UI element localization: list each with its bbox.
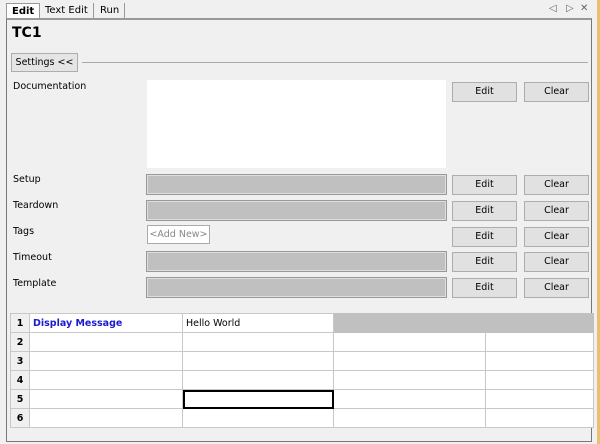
tags-edit-button[interactable]: Edit xyxy=(452,227,517,247)
table-row: 4 xyxy=(10,370,594,390)
row-header[interactable]: 1 xyxy=(10,313,30,333)
grid-cell[interactable] xyxy=(333,332,486,352)
teardown-edit-button[interactable]: Edit xyxy=(452,201,517,221)
grid-cell[interactable] xyxy=(333,389,486,409)
setup-field[interactable] xyxy=(146,174,447,195)
grid-cell[interactable] xyxy=(182,408,334,428)
timeout-field[interactable] xyxy=(146,251,447,272)
page-title: TC1 xyxy=(12,25,42,41)
timeout-edit-button[interactable]: Edit xyxy=(452,252,517,272)
grid-cell[interactable] xyxy=(29,351,183,371)
grid-cell[interactable]: Display Message xyxy=(29,313,183,333)
grid-cell[interactable] xyxy=(29,389,183,409)
prev-tab-icon[interactable]: ◁ xyxy=(549,3,557,14)
table-row: 6 xyxy=(10,408,594,428)
table-row: 3 xyxy=(10,351,594,371)
selected-grid-cell[interactable] xyxy=(182,389,334,409)
tags-label: Tags xyxy=(13,226,35,237)
grid-cell[interactable] xyxy=(333,408,486,428)
timeout-clear-button[interactable]: Clear xyxy=(524,252,589,272)
grid-cell[interactable] xyxy=(485,408,594,428)
row-header[interactable]: 4 xyxy=(10,370,30,390)
grid-cell[interactable] xyxy=(29,408,183,428)
next-tab-icon[interactable]: ▷ xyxy=(566,3,574,14)
template-clear-button[interactable]: Clear xyxy=(524,278,589,298)
grid-cell[interactable] xyxy=(182,370,334,390)
grid-cell[interactable]: Hello World xyxy=(182,313,334,333)
template-label: Template xyxy=(13,278,57,289)
grid-cell[interactable] xyxy=(29,332,183,352)
grid-cell[interactable] xyxy=(333,313,594,333)
setup-label: Setup xyxy=(13,174,41,185)
add-tag-input[interactable]: <Add New> xyxy=(147,225,210,244)
grid-cell[interactable] xyxy=(333,351,486,371)
tab-text-edit[interactable]: Text Edit xyxy=(40,3,94,18)
steps-grid: 1 Display Message Hello World 2 3 4 5 6 xyxy=(10,313,594,428)
template-edit-button[interactable]: Edit xyxy=(452,278,517,298)
setup-edit-button[interactable]: Edit xyxy=(452,175,517,195)
tags-clear-button[interactable]: Clear xyxy=(524,227,589,247)
tab-edit[interactable]: Edit xyxy=(6,3,41,19)
grid-cell[interactable] xyxy=(485,389,594,409)
table-row: 1 Display Message Hello World xyxy=(10,313,594,333)
grid-cell[interactable] xyxy=(333,370,486,390)
grid-cell[interactable] xyxy=(485,351,594,371)
template-field[interactable] xyxy=(146,277,447,298)
settings-toggle-button[interactable]: Settings << xyxy=(11,53,78,72)
tab-bar: Edit Text Edit Run ◁ ▷ ✕ xyxy=(0,0,600,19)
teardown-clear-button[interactable]: Clear xyxy=(524,201,589,221)
documentation-field[interactable] xyxy=(147,80,446,168)
row-header[interactable]: 2 xyxy=(10,332,30,352)
documentation-label: Documentation xyxy=(13,81,87,92)
divider xyxy=(82,62,588,63)
grid-cell[interactable] xyxy=(29,370,183,390)
table-row: 5 xyxy=(10,389,594,409)
close-icon[interactable]: ✕ xyxy=(580,3,588,14)
grid-cell[interactable] xyxy=(182,351,334,371)
teardown-label: Teardown xyxy=(13,200,59,211)
timeout-label: Timeout xyxy=(13,252,52,263)
documentation-clear-button[interactable]: Clear xyxy=(524,82,589,102)
setup-clear-button[interactable]: Clear xyxy=(524,175,589,195)
grid-cell[interactable] xyxy=(485,370,594,390)
tab-run[interactable]: Run xyxy=(95,3,126,18)
row-header[interactable]: 3 xyxy=(10,351,30,371)
grid-cell[interactable] xyxy=(182,332,334,352)
row-header[interactable]: 6 xyxy=(10,408,30,428)
table-row: 2 xyxy=(10,332,594,352)
grid-cell[interactable] xyxy=(485,332,594,352)
documentation-edit-button[interactable]: Edit xyxy=(452,82,517,102)
row-header[interactable]: 5 xyxy=(10,389,30,409)
teardown-field[interactable] xyxy=(146,200,447,221)
